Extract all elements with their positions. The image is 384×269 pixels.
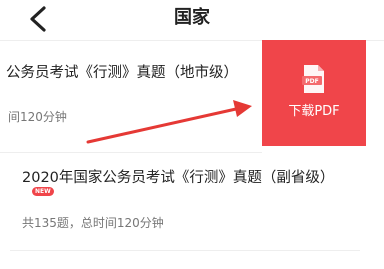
list-item-content[interactable]: 公务员考试《行测》真题（地市级） 间120分钟 — [0, 40, 262, 152]
list-item[interactable]: 2020年国家公务员考试《行测》真题（副省级） NEW 共135题，总时间120… — [0, 152, 384, 248]
list-item-title: 2020年国家公务员考试《行测》真题（副省级） — [22, 170, 335, 186]
app-header: 国家 — [0, 0, 384, 41]
pdf-file-icon: PDF — [302, 65, 324, 93]
download-pdf-label: 下载PDF — [288, 104, 340, 119]
pdf-icon-text: PDF — [305, 78, 318, 85]
list-divider — [10, 250, 360, 251]
list-item[interactable]: 公务员考试《行测》真题（地市级） 间120分钟 PDF 下载PDF — [0, 40, 384, 152]
list-item-title: 公务员考试《行测》真题（地市级） — [6, 65, 238, 81]
list-item-meta: 间120分钟 — [8, 110, 67, 124]
list-item-meta: 共135题，总时间120分钟 — [22, 216, 164, 230]
page-title: 国家 — [174, 7, 210, 28]
new-badge: NEW — [32, 187, 54, 196]
download-pdf-button[interactable]: PDF 下载PDF — [262, 40, 366, 146]
